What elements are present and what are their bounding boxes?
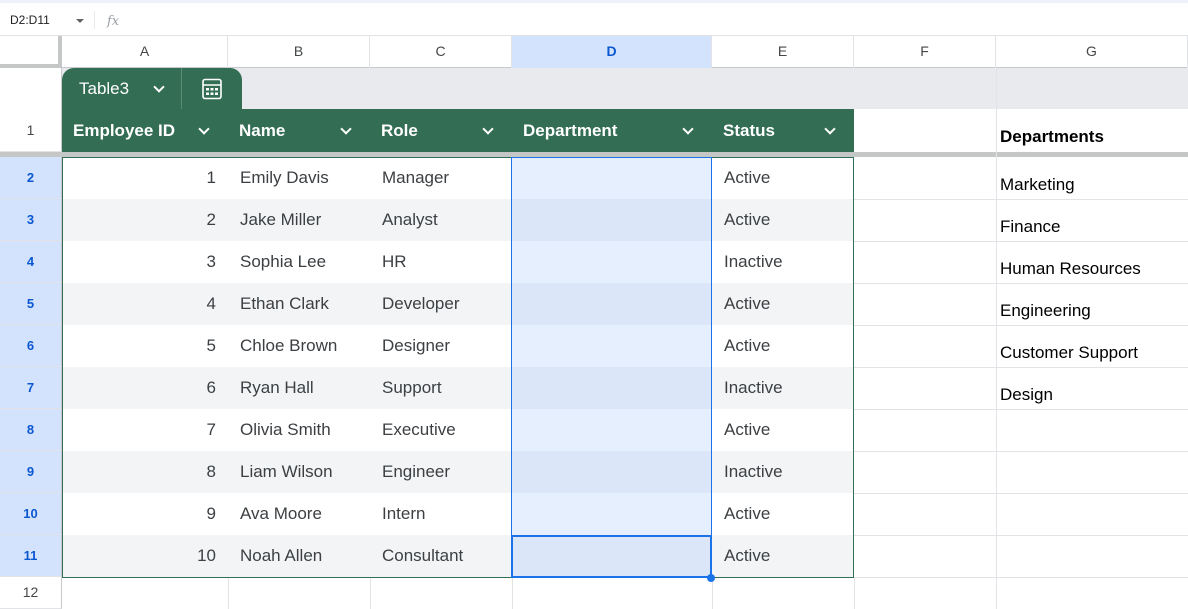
row-header-2[interactable]: 2	[0, 157, 62, 199]
spreadsheet: D2:D11 fx A B C D E F G Table3 Employee …	[0, 0, 1188, 609]
row-header-12[interactable]: 12	[0, 577, 62, 609]
department-list-item[interactable]: Design	[996, 374, 1188, 416]
department-list-item[interactable]: Engineering	[996, 290, 1188, 332]
table-name-tab[interactable]: Table3	[62, 68, 242, 109]
tab-divider	[181, 68, 182, 109]
chevron-down-icon[interactable]	[824, 123, 836, 135]
department-list-item[interactable]: Finance	[996, 206, 1188, 248]
name-box[interactable]: D2:D11	[10, 13, 50, 27]
name-box-dropdown-icon[interactable]	[76, 19, 84, 23]
active-cell-outline	[511, 535, 712, 578]
table-calculator-icon[interactable]	[201, 78, 223, 100]
column-header-a[interactable]: A	[62, 36, 228, 68]
gridline	[512, 577, 513, 609]
table-header-label: Name	[239, 121, 286, 140]
gridline	[854, 451, 1188, 452]
table-header-employee-id[interactable]: Employee ID	[62, 109, 228, 152]
table-header-status[interactable]: Status	[712, 109, 854, 152]
table-header-department[interactable]: Department	[512, 109, 712, 152]
table-header-label: Status	[723, 121, 775, 140]
row-header-11[interactable]: 11	[0, 535, 62, 577]
formula-bar: D2:D11 fx	[0, 0, 1188, 36]
gridline	[228, 577, 229, 609]
chevron-down-icon[interactable]	[482, 123, 494, 135]
gridline	[854, 535, 1188, 536]
row-header-6[interactable]: 6	[0, 325, 62, 367]
department-list-item[interactable]: Customer Support	[996, 332, 1188, 374]
column-header-f[interactable]: F	[854, 36, 996, 68]
chevron-down-icon[interactable]	[682, 123, 694, 135]
departments-header[interactable]: Departments	[996, 116, 1188, 158]
department-list-item[interactable]: Marketing	[996, 164, 1188, 206]
chevron-down-icon[interactable]	[340, 123, 352, 135]
row-header-5[interactable]: 5	[0, 283, 62, 325]
row-header-8[interactable]: 8	[0, 409, 62, 451]
table-header-label: Department	[523, 121, 618, 140]
table-name[interactable]: Table3	[79, 79, 129, 99]
table-border	[62, 157, 854, 578]
table-header-label: Employee ID	[73, 121, 176, 140]
fill-handle[interactable]	[707, 574, 715, 582]
formula-bar-divider	[94, 11, 95, 29]
chevron-down-icon[interactable]	[198, 123, 210, 135]
gridline	[854, 493, 1188, 494]
column-header-g[interactable]: G	[996, 36, 1188, 68]
row-header-9[interactable]: 9	[0, 451, 62, 493]
row-header-3[interactable]: 3	[0, 199, 62, 241]
chevron-down-icon[interactable]	[153, 81, 165, 93]
row-header-7[interactable]: 7	[0, 367, 62, 409]
table-header-label: Role	[381, 121, 418, 140]
fx-icon: fx	[107, 14, 120, 29]
range-selection-outline	[511, 157, 712, 578]
gridline	[370, 577, 371, 609]
select-all-corner[interactable]	[0, 36, 62, 68]
department-list-item[interactable]: Human Resources	[996, 248, 1188, 290]
gridline	[854, 577, 855, 609]
column-header-b[interactable]: B	[228, 36, 370, 68]
row-header-10[interactable]: 10	[0, 493, 62, 535]
column-header-d[interactable]: D	[512, 36, 712, 68]
column-header-c[interactable]: C	[370, 36, 512, 68]
table-header-role[interactable]: Role	[370, 109, 512, 152]
column-header-bar: A B C D E F G	[0, 36, 1188, 68]
table-header-name[interactable]: Name	[228, 109, 370, 152]
row-header-1[interactable]: 1	[0, 68, 62, 152]
column-header-e[interactable]: E	[712, 36, 854, 68]
row-header-4[interactable]: 4	[0, 241, 62, 283]
